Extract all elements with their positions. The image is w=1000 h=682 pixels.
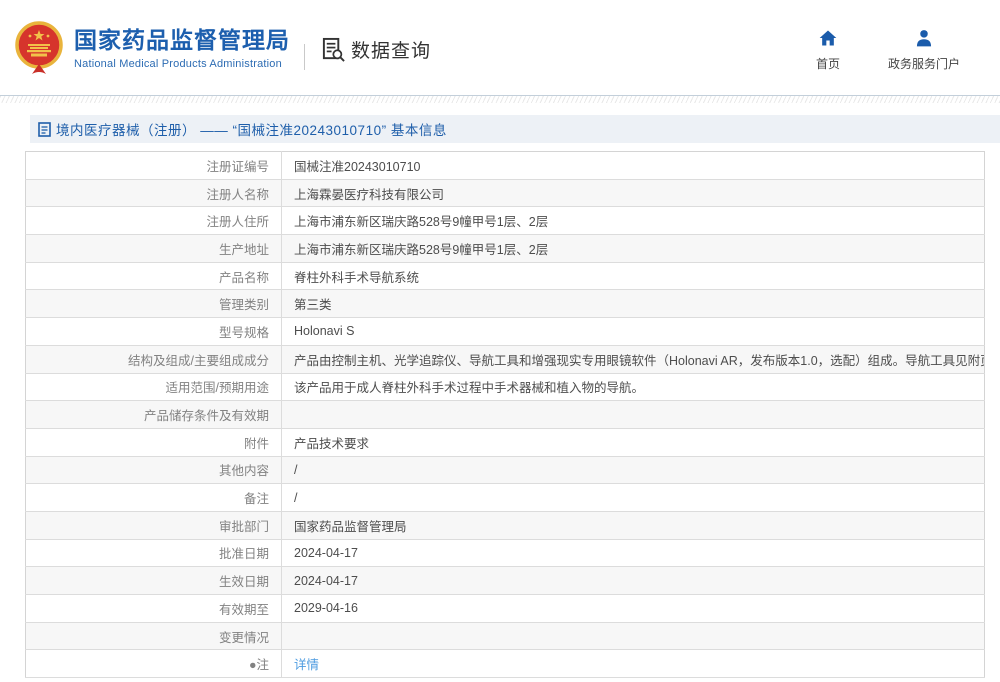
row-value: 上海市浦东新区瑞庆路528号9幢甲号1层、2层 xyxy=(282,235,985,263)
row-label: 适用范围/预期用途 xyxy=(26,373,282,401)
detail-link[interactable]: 详情 xyxy=(294,658,319,672)
row-value: 该产品用于成人脊柱外科手术过程中手术器械和植入物的导航。 xyxy=(282,373,985,401)
table-row: 产品储存条件及有效期 xyxy=(26,401,985,429)
data-query-label: 数据查询 xyxy=(351,36,431,63)
breadcrumb-text: 境内医疗器械（注册） —— “国械注准20243010710” 基本信息 xyxy=(56,119,447,139)
table-row: 产品名称 脊柱外科手术导航系统 xyxy=(26,262,985,290)
row-value: 第三类 xyxy=(282,290,985,318)
row-label: 管理类别 xyxy=(26,290,282,318)
header-nav: 首页 政务服务门户 xyxy=(816,28,960,72)
row-value: 2024-04-17 xyxy=(282,539,985,567)
hatched-divider xyxy=(0,95,1000,103)
row-label: ●注 xyxy=(26,650,282,678)
row-label: 注册人名称 xyxy=(26,179,282,207)
home-icon xyxy=(818,28,838,48)
nav-portal[interactable]: 政务服务门户 xyxy=(888,28,960,72)
row-value: 上海霖晏医疗科技有限公司 xyxy=(282,179,985,207)
table-row: 变更情况 xyxy=(26,622,985,650)
row-label: 附件 xyxy=(26,428,282,456)
org-name-en: National Medical Products Administration xyxy=(74,58,290,70)
row-label: 注册人住所 xyxy=(26,207,282,235)
row-value: Holonavi S xyxy=(282,318,985,346)
row-value xyxy=(282,401,985,429)
row-value xyxy=(282,622,985,650)
document-search-icon xyxy=(321,37,346,62)
document-icon xyxy=(38,122,51,137)
nav-home[interactable]: 首页 xyxy=(816,28,840,72)
row-label: 结构及组成/主要组成成分 xyxy=(26,345,282,373)
brand-block: 国家药品监督管理局 National Medical Products Admi… xyxy=(74,25,290,70)
row-value: 2024-04-17 xyxy=(282,567,985,595)
table-row: 其他内容 / xyxy=(26,456,985,484)
row-label: 其他内容 xyxy=(26,456,282,484)
table-row: ●注 详情 xyxy=(26,650,985,678)
row-value: 脊柱外科手术导航系统 xyxy=(282,262,985,290)
row-value: 详情 xyxy=(282,650,985,678)
data-query-menu[interactable]: 数据查询 xyxy=(321,36,431,63)
row-label: 变更情况 xyxy=(26,622,282,650)
page: 国家药品监督管理局 National Medical Products Admi… xyxy=(0,0,1000,678)
table-row: 备注 / xyxy=(26,484,985,512)
table-row: 管理类别 第三类 xyxy=(26,290,985,318)
table-row: 结构及组成/主要组成成分 产品由控制主机、光学追踪仪、导航工具和增强现实专用眼镜… xyxy=(26,345,985,373)
org-name-cn: 国家药品监督管理局 xyxy=(74,25,290,55)
registration-info-table-wrap: 注册证编号 国械注准20243010710 注册人名称 上海霖晏医疗科技有限公司… xyxy=(25,151,985,678)
row-value: / xyxy=(282,456,985,484)
user-icon xyxy=(914,28,934,48)
registration-info-table: 注册证编号 国械注准20243010710 注册人名称 上海霖晏医疗科技有限公司… xyxy=(25,151,985,678)
row-label: 备注 xyxy=(26,484,282,512)
table-row: 注册人住所 上海市浦东新区瑞庆路528号9幢甲号1层、2层 xyxy=(26,207,985,235)
row-value: 产品技术要求 xyxy=(282,428,985,456)
table-row: 型号规格 Holonavi S xyxy=(26,318,985,346)
table-row: 适用范围/预期用途 该产品用于成人脊柱外科手术过程中手术器械和植入物的导航。 xyxy=(26,373,985,401)
table-row: 有效期至 2029-04-16 xyxy=(26,595,985,623)
table-row: 生产地址 上海市浦东新区瑞庆路528号9幢甲号1层、2层 xyxy=(26,235,985,263)
nmpa-emblem-logo[interactable] xyxy=(12,20,66,76)
table-row: 注册证编号 国械注准20243010710 xyxy=(26,152,985,180)
row-label: 有效期至 xyxy=(26,595,282,623)
row-label: 审批部门 xyxy=(26,511,282,539)
row-label: 产品储存条件及有效期 xyxy=(26,401,282,429)
table-row: 注册人名称 上海霖晏医疗科技有限公司 xyxy=(26,179,985,207)
row-label: 生产地址 xyxy=(26,235,282,263)
nav-portal-label: 政务服务门户 xyxy=(888,55,960,72)
table-row: 审批部门 国家药品监督管理局 xyxy=(26,511,985,539)
row-value: 上海市浦东新区瑞庆路528号9幢甲号1层、2层 xyxy=(282,207,985,235)
row-value: 国械注准20243010710 xyxy=(282,152,985,180)
nav-home-label: 首页 xyxy=(816,55,840,72)
table-row: 批准日期 2024-04-17 xyxy=(26,539,985,567)
row-label: 型号规格 xyxy=(26,318,282,346)
header: 国家药品监督管理局 National Medical Products Admi… xyxy=(0,0,1000,95)
table-row: 生效日期 2024-04-17 xyxy=(26,567,985,595)
info-table-body: 注册证编号 国械注准20243010710 注册人名称 上海霖晏医疗科技有限公司… xyxy=(26,152,985,678)
breadcrumb: 境内医疗器械（注册） —— “国械注准20243010710” 基本信息 xyxy=(30,115,1000,143)
row-value: 2029-04-16 xyxy=(282,595,985,623)
row-value: / xyxy=(282,484,985,512)
row-value: 国家药品监督管理局 xyxy=(282,511,985,539)
row-value: 产品由控制主机、光学追踪仪、导航工具和增强现实专用眼镜软件（Holonavi A… xyxy=(282,345,985,373)
table-row: 附件 产品技术要求 xyxy=(26,428,985,456)
row-label: 注册证编号 xyxy=(26,152,282,180)
row-label: 批准日期 xyxy=(26,539,282,567)
national-emblem-icon xyxy=(12,20,66,76)
brand-divider xyxy=(304,44,305,70)
row-label: 产品名称 xyxy=(26,262,282,290)
row-label: 生效日期 xyxy=(26,567,282,595)
